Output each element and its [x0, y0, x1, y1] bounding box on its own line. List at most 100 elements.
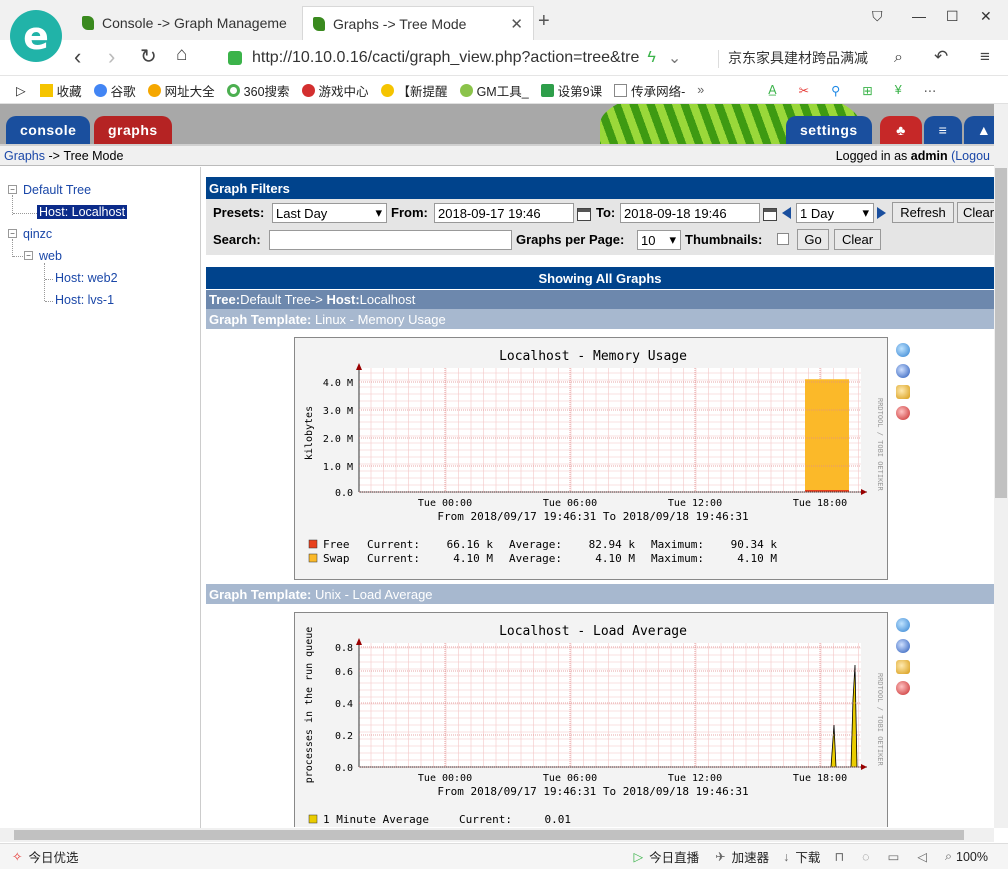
volume-icon[interactable]: ◁: [917, 849, 927, 864]
collapse-icon[interactable]: −: [8, 229, 17, 238]
maximize-icon[interactable]: ☐: [946, 8, 959, 25]
vertical-scroll-thumb[interactable]: [995, 168, 1007, 498]
wrench-icon[interactable]: [896, 660, 910, 674]
translate-icon[interactable]: A̲: [768, 83, 776, 97]
status-left-text[interactable]: 今日优选: [28, 847, 78, 866]
rrdtool-watermark: RRDTOOL / TOBI OETIKER: [876, 398, 884, 492]
scissors-icon[interactable]: ✂: [799, 83, 809, 98]
shift-right-icon[interactable]: [877, 207, 886, 219]
from-date-input[interactable]: 2018-09-17 19:46: [434, 203, 574, 223]
move-up-icon[interactable]: [896, 681, 910, 695]
load-average-graph[interactable]: Localhost - Load Average processes in th…: [294, 612, 888, 827]
bookmark-games[interactable]: 游戏中心: [301, 81, 369, 100]
back-icon[interactable]: ‹: [74, 44, 81, 70]
magnifier-icon[interactable]: ⚲: [831, 83, 840, 98]
tree-line: [45, 279, 53, 280]
to-date-input[interactable]: 2018-09-18 19:46: [620, 203, 760, 223]
go-button[interactable]: Go: [797, 229, 829, 250]
close-window-icon[interactable]: ✕: [980, 8, 992, 25]
gamepad-icon[interactable]: ⊞: [862, 83, 872, 98]
bookmark-reminder[interactable]: 【新提醒: [380, 81, 448, 100]
tab-label: Console -> Graph Manageme: [102, 15, 287, 31]
sidebar-toggle-icon[interactable]: ▷: [16, 83, 26, 98]
tree-node-qinzc[interactable]: qinzc: [23, 227, 52, 241]
shirt-icon[interactable]: ⛉: [872, 8, 883, 25]
bookmark-lesson[interactable]: 设第9课: [540, 81, 602, 100]
calendar-icon[interactable]: [577, 208, 591, 221]
collapse-icon[interactable]: −: [8, 185, 17, 194]
legend-text: 66.16 k: [447, 538, 494, 551]
tree-node-host-lvs1[interactable]: Host: lvs-1: [55, 293, 114, 307]
tree-node-host-localhost[interactable]: Host: Localhost: [37, 205, 128, 219]
search-box[interactable]: 京东家具建材跨品满减: [728, 48, 918, 68]
timespan-select[interactable]: 1 Day ▾: [796, 203, 874, 223]
status-live[interactable]: 今日直播: [649, 847, 699, 866]
status-zoom[interactable]: 100%: [956, 850, 988, 864]
window-icon[interactable]: ▭: [888, 849, 900, 864]
horizontal-scrollbar[interactable]: [0, 828, 994, 842]
more-tools-icon[interactable]: ⋯: [924, 83, 937, 98]
wrench-icon[interactable]: [896, 385, 910, 399]
horizontal-scroll-thumb[interactable]: [14, 830, 964, 840]
logout-link[interactable]: (Logou: [951, 149, 990, 163]
new-tab-icon[interactable]: +: [538, 10, 550, 33]
shift-left-icon[interactable]: [782, 207, 791, 219]
tab-console[interactable]: console: [6, 116, 91, 144]
graph-actions: [896, 343, 912, 427]
csv-export-icon[interactable]: [896, 639, 910, 653]
thumbnails-checkbox[interactable]: [777, 233, 789, 245]
graphs-per-page-select[interactable]: 10 ▾: [637, 230, 681, 250]
reload-icon[interactable]: ↻: [140, 44, 157, 69]
home-icon[interactable]: ⌂: [176, 44, 187, 66]
vertical-scrollbar[interactable]: [994, 104, 1008, 828]
minimize-icon[interactable]: —: [912, 8, 926, 24]
refresh-button[interactable]: Refresh: [892, 202, 954, 223]
tab-graphs[interactable]: graphs: [94, 116, 172, 144]
tree-node-host-web2[interactable]: Host: web2: [55, 271, 118, 285]
legend-text: 0.01: [545, 813, 572, 826]
undo-icon[interactable]: ↶: [934, 47, 948, 67]
collapse-icon[interactable]: −: [24, 251, 33, 260]
bookmark-google[interactable]: 谷歌: [93, 81, 136, 100]
lightning-icon[interactable]: ϟ: [647, 49, 655, 67]
list-view-icon[interactable]: ≡: [924, 116, 962, 144]
address-bar[interactable]: http://10.10.0.16/cacti/graph_view.php?a…: [222, 45, 718, 71]
preview-view-icon[interactable]: ▲: [964, 116, 994, 144]
more-bookmarks-icon[interactable]: »: [697, 83, 704, 97]
bookmark-chuancheng[interactable]: 传承网络-: [614, 81, 685, 100]
tree-node-default-tree[interactable]: Default Tree: [23, 183, 91, 197]
tree-node-web[interactable]: web: [39, 249, 62, 263]
clear-dates-button[interactable]: Clear: [957, 202, 994, 223]
search-input[interactable]: [269, 230, 512, 250]
status-accelerator[interactable]: 加速器: [732, 847, 770, 866]
chevron-down-icon[interactable]: ⌄: [668, 48, 681, 68]
memory-usage-graph[interactable]: Localhost - Memory Usage kilobytes RRDTO…: [294, 337, 888, 580]
zoom-icon[interactable]: [896, 343, 910, 357]
y-tick-label: 0.8: [335, 643, 353, 654]
menu-icon[interactable]: ≡: [980, 47, 990, 67]
browser-icon[interactable]: ◌: [862, 850, 869, 864]
csv-export-icon[interactable]: [896, 364, 910, 378]
presets-select[interactable]: Last Day ▾: [272, 203, 387, 223]
tree-view-icon[interactable]: ♣: [880, 116, 922, 144]
bookmark-favorites[interactable]: 收藏: [39, 81, 82, 100]
breadcrumb-graphs-link[interactable]: Graphs: [4, 149, 45, 163]
bookmark-360[interactable]: 360搜索: [226, 81, 290, 100]
calendar-icon[interactable]: [763, 208, 777, 221]
zoom-icon[interactable]: [896, 618, 910, 632]
yen-icon[interactable]: ¥: [895, 83, 902, 97]
bookmark-label: 谷歌: [110, 84, 136, 99]
search-icon[interactable]: ⌕: [894, 49, 903, 67]
bookmark-portal[interactable]: 网址大全: [147, 81, 215, 100]
close-tab-icon[interactable]: ✕: [510, 15, 523, 33]
forward-icon[interactable]: ›: [108, 44, 115, 70]
legend-text: Current:: [367, 538, 420, 551]
clear-search-button[interactable]: Clear: [834, 229, 881, 250]
tab-settings[interactable]: settings: [786, 116, 872, 144]
reader-icon[interactable]: ⊓: [834, 849, 844, 864]
browser-tab-console[interactable]: Console -> Graph Manageme: [72, 6, 302, 40]
status-download[interactable]: 下载: [795, 847, 820, 866]
bookmark-gm[interactable]: GM工具_: [459, 81, 529, 100]
browser-tab-graphs[interactable]: Graphs -> Tree Mode ✕: [302, 6, 534, 40]
move-up-icon[interactable]: [896, 406, 910, 420]
